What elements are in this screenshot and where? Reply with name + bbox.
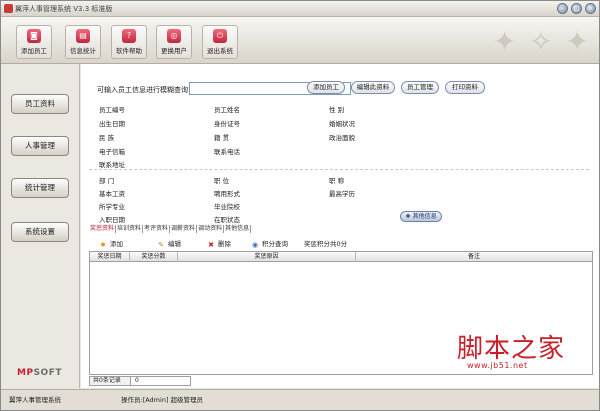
edit-record-label: 编辑 — [168, 240, 181, 248]
field-label: 民 族 — [99, 134, 115, 142]
field-label: 员工编号 — [99, 106, 125, 114]
decorative-star-pattern: ✦ ✧ ✦ — [492, 25, 591, 58]
switch-user-icon: ◎ — [167, 29, 181, 43]
add-record-label: 添加 — [110, 240, 123, 248]
toolbar-button-label: 信息统计 — [70, 47, 96, 55]
tab-evaluation[interactable]: 考评资料 — [143, 225, 171, 233]
toolbar-button-label: 更换用户 — [161, 47, 187, 55]
stats-icon: ▤ — [76, 29, 90, 43]
section-divider — [89, 169, 589, 170]
field-label: 出生日期 — [99, 120, 125, 128]
title-bar: 翼萍人事管理系统 V3.3 标准版 – □ × — [1, 1, 599, 17]
add-icon: ✸ — [100, 241, 106, 249]
app-icon — [4, 4, 13, 13]
column-header[interactable]: 奖惩原因 — [178, 252, 356, 262]
info-icon: ❖ — [405, 213, 411, 220]
query-icon: ◉ — [251, 241, 259, 249]
status-bar: 翼萍人事管理系统 操作员:[Admin] 超级管理员 — [1, 389, 599, 410]
field-label: 职 称 — [329, 177, 345, 185]
status-operator: 操作员:[Admin] 超级管理员 — [121, 396, 204, 404]
help-icon: ? — [122, 29, 136, 43]
record-count-value: 0 — [131, 376, 191, 386]
table-footer: 共0条记录 0 — [89, 376, 593, 386]
field-label: 籍 贯 — [214, 134, 230, 142]
column-header[interactable]: 奖惩分数 — [130, 252, 178, 262]
field-label: 员工姓名 — [214, 106, 240, 114]
toolbar-button-label: 软件帮助 — [116, 47, 142, 55]
points-query-label: 积分查询 — [262, 240, 288, 248]
field-label: 聘用形式 — [214, 190, 240, 198]
close-button[interactable]: × — [585, 3, 596, 14]
other-info-button[interactable]: ❖ 其他信息 — [400, 211, 442, 222]
add-record-button[interactable]: ✸ 添加 — [99, 238, 123, 249]
toolbar: ◙ 添加员工 ▤ 信息统计 ? 软件帮助 ◎ 更换用户 ⏻ 退出系统 ✦ ✧ ✦ — [1, 17, 599, 64]
exit-icon: ⏻ — [213, 29, 227, 43]
other-info-label: 其他信息 — [412, 213, 437, 220]
field-label: 所学专业 — [99, 203, 125, 211]
field-label: 联系电话 — [214, 148, 240, 156]
watermark-url: www.jb51.net — [467, 361, 528, 370]
record-count-label: 共0条记录 — [89, 376, 131, 386]
field-label: 联系地址 — [99, 161, 125, 169]
record-tabs: 奖惩资料 培训资料 考评资料 调薪资料 调动资料 其他信息 — [89, 225, 252, 234]
sidebar-item-statistics[interactable]: 统计管理 — [11, 178, 69, 198]
add-user-icon: ◙ — [27, 29, 41, 43]
brand-logo: MPSOFT — [17, 368, 62, 378]
minimize-button[interactable]: – — [557, 3, 568, 14]
add-employee-button[interactable]: 添加员工 — [307, 81, 345, 94]
toolbar-button-label: 添加员工 — [21, 47, 47, 55]
field-label: 身份证号 — [214, 120, 240, 128]
logo-suffix: SOFT — [33, 368, 62, 378]
help-toolbar-button[interactable]: ? 软件帮助 — [111, 25, 147, 59]
app-window: 翼萍人事管理系统 V3.3 标准版 – □ × ◙ 添加员工 ▤ 信息统计 ? … — [0, 0, 600, 411]
statistics-toolbar-button[interactable]: ▤ 信息统计 — [65, 25, 101, 59]
switch-user-toolbar-button[interactable]: ◎ 更换用户 — [156, 25, 192, 59]
edit-record-action[interactable]: ✎ 编辑 — [157, 238, 181, 249]
field-label: 婚姻状况 — [329, 120, 355, 128]
tab-transfer[interactable]: 调动资料 — [197, 225, 225, 233]
sidebar-item-personnel[interactable]: 人事管理 — [11, 136, 69, 156]
delete-icon: ✖ — [208, 241, 214, 249]
field-label: 最高学历 — [329, 190, 355, 198]
exit-toolbar-button[interactable]: ⏻ 退出系统 — [202, 25, 238, 59]
query-label: 可输入员工信息进行模糊查询 — [97, 86, 188, 94]
column-header[interactable]: 奖惩日期 — [90, 252, 130, 262]
employee-manage-button[interactable]: 员工管理 — [401, 81, 439, 94]
pencil-icon: ✎ — [158, 241, 164, 249]
sidebar-item-employee-records[interactable]: 员工资料 — [11, 94, 69, 114]
points-query-button[interactable]: ◉ 积分查询 — [251, 238, 288, 249]
field-label: 基本工资 — [99, 190, 125, 198]
print-record-button[interactable]: 打印资料 — [445, 81, 485, 94]
tab-other[interactable]: 其他信息 — [224, 225, 252, 233]
field-label: 政治面貌 — [329, 134, 355, 142]
sidebar-item-settings[interactable]: 系统设置 — [11, 222, 69, 242]
field-label: 性 别 — [329, 106, 345, 114]
window-title: 翼萍人事管理系统 V3.3 标准版 — [15, 5, 113, 13]
field-label: 职 位 — [214, 177, 230, 185]
column-header[interactable]: 备注 — [356, 252, 592, 262]
toolbar-button-label: 退出系统 — [207, 47, 233, 55]
logo-prefix: MP — [17, 368, 34, 378]
field-label: 部 门 — [99, 177, 115, 185]
delete-record-label: 删除 — [218, 240, 231, 248]
points-total: 奖惩积分共0分 — [304, 240, 348, 248]
field-label: 在职状态 — [214, 216, 240, 224]
watermark-text: 脚本之家 — [457, 334, 566, 364]
delete-record-button[interactable]: ✖ 删除 — [207, 238, 231, 249]
table-header: 奖惩日期 奖惩分数 奖惩原因 备注 — [90, 252, 592, 262]
sidebar: 员工资料 人事管理 统计管理 系统设置 MPSOFT — [1, 64, 80, 388]
maximize-button[interactable]: □ — [571, 3, 582, 14]
tab-training[interactable]: 培训资料 — [116, 225, 144, 233]
record-toolbar: ✸ 添加 ✎ 编辑 ✖ 删除 ◉ 积分查询 奖惩积分共0分 — [89, 236, 593, 250]
status-system-name: 翼萍人事管理系统 — [9, 396, 61, 404]
field-label: 入职日期 — [99, 216, 125, 224]
field-label: 电子信箱 — [99, 148, 125, 156]
add-employee-toolbar-button[interactable]: ◙ 添加员工 — [16, 25, 52, 59]
tab-salary[interactable]: 调薪资料 — [170, 225, 198, 233]
field-label: 毕业院校 — [214, 203, 240, 211]
tab-rewards[interactable]: 奖惩资料 — [89, 225, 117, 233]
edit-record-button[interactable]: 编辑此资料 — [351, 81, 395, 94]
